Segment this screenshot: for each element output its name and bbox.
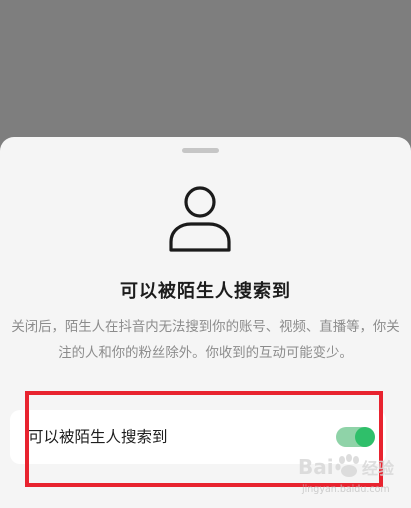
svg-text:Bai: Bai (298, 455, 334, 479)
svg-text:经验: 经验 (362, 459, 395, 478)
watermark-logo: Bai 经验 (296, 450, 408, 486)
watermark-url: jingyan.baidu.com (302, 484, 390, 495)
sheet-description: 关闭后，陌生人在抖音内无法搜到你的账号、视频、直播等，你关注的人和你的粉丝除外。… (11, 320, 400, 361)
drag-handle[interactable] (182, 148, 219, 153)
person-outline-icon (169, 186, 231, 252)
toggle-knob (355, 427, 375, 447)
setting-label: 可以被陌生人搜索到 (28, 428, 168, 446)
sheet-title: 可以被陌生人搜索到 (120, 281, 291, 302)
stranger-search-toggle[interactable] (336, 427, 375, 447)
baidu-jingyan-watermark: Bai 经验 jingyan.baidu.com (296, 450, 408, 502)
